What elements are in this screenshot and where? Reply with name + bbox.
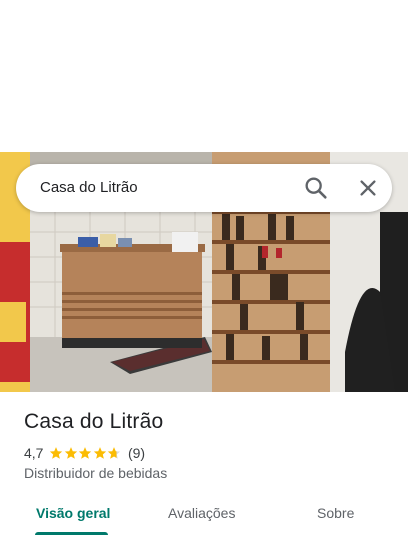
place-category: Distribuidor de bebidas <box>24 465 168 481</box>
star-rating <box>49 446 122 460</box>
close-icon[interactable] <box>354 174 382 202</box>
top-blank-area <box>0 0 408 152</box>
tab-reviews[interactable]: Avaliações <box>168 505 235 521</box>
star-icon <box>64 447 78 459</box>
star-icon <box>50 447 63 459</box>
search-bar[interactable]: Casa do Litrão <box>16 164 392 212</box>
place-title: Casa do Litrão <box>24 410 164 433</box>
search-icon[interactable] <box>302 174 330 202</box>
rating-value: 4,7 <box>24 445 44 461</box>
tab-overview[interactable]: Visão geral <box>36 505 110 521</box>
review-count[interactable]: (9) <box>128 445 145 461</box>
star-icon <box>93 447 107 459</box>
active-tab-indicator <box>35 532 108 535</box>
star-icon <box>79 447 92 459</box>
tab-about[interactable]: Sobre <box>317 505 354 521</box>
place-tabs: Visão geral Avaliações Sobre <box>0 496 408 544</box>
rating-row[interactable]: 4,7 (9) <box>24 444 145 462</box>
search-input[interactable]: Casa do Litrão <box>40 179 138 196</box>
star-half-icon <box>108 447 121 459</box>
